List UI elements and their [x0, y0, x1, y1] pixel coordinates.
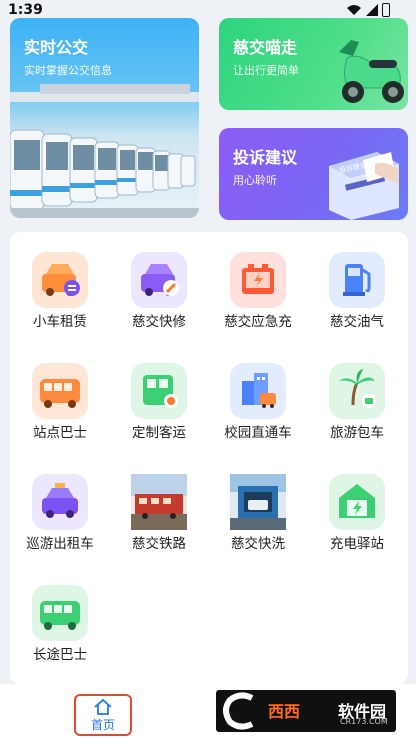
service-quick-repair[interactable]: 慈交快修 [109, 234, 209, 334]
nav-home-label: 首页 [90, 718, 115, 732]
service-label: 定制客运 [132, 425, 186, 441]
complaint-title: 投诉建议 [233, 148, 298, 167]
service-label: 站点巴士 [33, 425, 87, 441]
service-label: 慈交应急充 [224, 314, 292, 330]
watermark-c-icon [223, 692, 254, 730]
railway-icon [131, 474, 187, 530]
battery-icon [382, 3, 390, 17]
service-label: 慈交快洗 [231, 536, 285, 552]
service-quick-wash[interactable]: 慈交快洗 [208, 456, 308, 556]
palm-tree-icon [329, 363, 385, 419]
custom-transit-icon [131, 363, 187, 419]
status-bar: 1:39 [0, 0, 416, 20]
scooter-icon [339, 40, 404, 103]
signal-icon [366, 4, 378, 16]
emergency-charge-icon [230, 252, 286, 308]
car-wash-icon [230, 474, 286, 530]
service-charging-station[interactable]: 充电驿站 [307, 456, 407, 556]
realtime-bus-card[interactable]: 实时公交 实时掌握公交信息 [10, 18, 199, 218]
service-label: 充电驿站 [330, 536, 384, 552]
service-long-distance-bus[interactable]: 长途巴士 [10, 567, 110, 667]
suggestion-box-icon [329, 152, 399, 220]
watermark-logo: 西西 软件园 CR173.COM [216, 690, 396, 732]
complaint-subtitle: 用心聆听 [233, 174, 277, 187]
service-railway[interactable]: 慈交铁路 [109, 456, 209, 556]
service-label: 小车租赁 [33, 314, 87, 330]
service-label: 慈交油气 [330, 314, 384, 330]
car-rental-icon [32, 252, 88, 308]
service-fuel[interactable]: 慈交油气 [307, 234, 407, 334]
bus-depot-image [10, 84, 199, 218]
walk-title: 慈交喵走 [233, 38, 298, 57]
cixiao-walk-card[interactable]: 慈交喵走 让出行更简单 [219, 18, 408, 110]
service-tour-charter[interactable]: 旅游包车 [307, 345, 407, 445]
service-label: 校园直通车 [224, 425, 292, 441]
bus-icon [32, 363, 88, 419]
complaint-card[interactable]: 投诉建议 用心聆听 投诉建议 [219, 128, 408, 220]
service-label: 慈交快修 [132, 314, 186, 330]
service-cruising-taxi[interactable]: 巡游出租车 [10, 456, 110, 556]
fuel-pump-icon [329, 252, 385, 308]
taxi-icon [32, 474, 88, 530]
service-label: 巡游出租车 [26, 536, 94, 552]
home-icon [94, 699, 112, 715]
walk-subtitle: 让出行更简单 [233, 64, 299, 77]
service-custom-transit[interactable]: 定制客运 [109, 345, 209, 445]
service-emergency-charge[interactable]: 慈交应急充 [208, 234, 308, 334]
service-campus-shuttle[interactable]: 校园直通车 [208, 345, 308, 445]
service-label: 慈交铁路 [132, 536, 186, 552]
services-grid: 小车租赁 慈交快修 慈交应急充 慈交油气 站点巴士 定制客运 校园直通车 旅游包… [10, 232, 408, 684]
campus-shuttle-icon [230, 363, 286, 419]
service-label: 旅游包车 [330, 425, 384, 441]
car-repair-icon [131, 252, 187, 308]
watermark-url: CR173.COM [340, 717, 388, 726]
watermark-brand: 西西 [268, 702, 301, 721]
charging-station-icon [329, 474, 385, 530]
service-label: 长途巴士 [33, 647, 87, 663]
status-icons [346, 3, 390, 17]
wifi-icon [347, 5, 361, 15]
coach-bus-icon [32, 585, 88, 641]
status-time: 1:39 [8, 2, 43, 18]
service-station-bus[interactable]: 站点巴士 [10, 345, 110, 445]
nav-home-tab[interactable]: 首页 [74, 694, 132, 736]
service-car-rental[interactable]: 小车租赁 [10, 234, 110, 334]
